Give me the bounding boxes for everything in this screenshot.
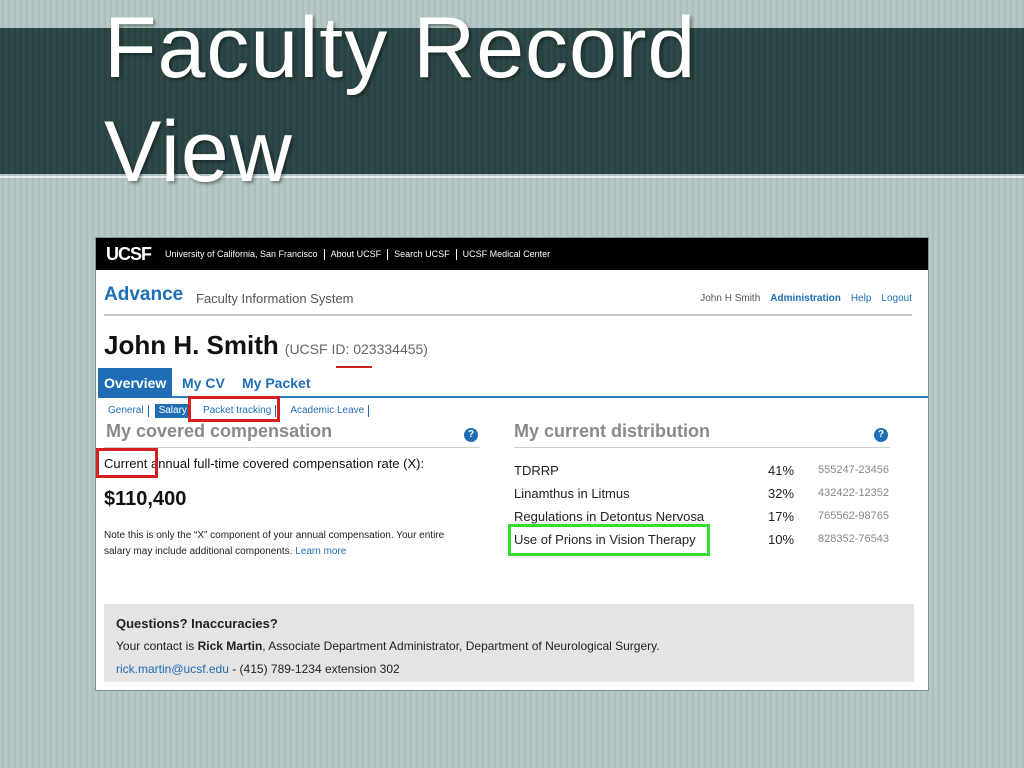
contact-box: Questions? Inaccuracies? Your contact is… xyxy=(104,604,914,682)
toplink-ucsf[interactable]: University of California, San Francisco xyxy=(159,248,325,260)
contact-email-link[interactable]: rick.martin@ucsf.edu xyxy=(116,662,229,676)
distribution-account: 828352-76543 xyxy=(818,533,889,545)
learn-more-link[interactable]: Learn more xyxy=(295,546,346,557)
ucsf-top-bar: UCSF University of California, San Franc… xyxy=(96,238,928,270)
toplink-medical-center[interactable]: UCSF Medical Center xyxy=(457,249,557,260)
person-name: John H. Smith xyxy=(104,330,279,360)
contact-phone: - (415) 789-1234 extension 302 xyxy=(228,662,400,676)
user-name: John H Smith xyxy=(700,293,761,304)
distribution-name: TDRRP xyxy=(514,463,559,478)
app-subtitle: Faculty Information System xyxy=(196,291,354,306)
contact-prefix: Your contact is xyxy=(116,639,198,653)
toplink-search[interactable]: Search UCSF xyxy=(388,248,457,260)
subtab-general[interactable]: General xyxy=(104,405,149,417)
contact-details: rick.martin@ucsf.edu - (415) 789-1234 ex… xyxy=(116,658,902,681)
distribution-percent: 41% xyxy=(768,463,795,478)
highlight-distribution-box xyxy=(508,524,710,556)
user-links: John H Smith Administration Help Logout xyxy=(700,293,912,304)
distribution-name: Regulations in Detontus Nervosa xyxy=(514,509,705,524)
person-id: (UCSF ID: 023334455) xyxy=(284,341,428,357)
app-name[interactable]: Advance xyxy=(104,284,183,306)
distribution-help-icon[interactable]: ? xyxy=(874,428,888,442)
app-header: Advance Faculty Information System John … xyxy=(104,284,912,316)
ucsf-logo[interactable]: UCSF xyxy=(106,244,152,265)
highlight-packet-tracking-box xyxy=(188,396,280,422)
distribution-percent: 10% xyxy=(768,532,795,547)
subtab-salary[interactable]: Salary xyxy=(154,404,191,418)
main-tabs: Overview My CV My Packet xyxy=(98,368,928,398)
distribution-name: Linamthus in Litmus xyxy=(514,486,630,501)
logout-link[interactable]: Logout xyxy=(881,293,912,304)
distribution-percent: 17% xyxy=(768,509,795,524)
contact-role: , Associate Department Administrator, De… xyxy=(262,639,660,653)
toplink-about[interactable]: About UCSF xyxy=(325,248,389,260)
compensation-note: Note this is only the “X” component of y… xyxy=(104,528,464,560)
help-link[interactable]: Help xyxy=(851,293,872,304)
contact-line: Your contact is Rick Martin, Associate D… xyxy=(116,635,902,658)
distribution-divider xyxy=(514,447,890,448)
compensation-title: My covered compensation xyxy=(106,421,333,441)
tab-my-cv[interactable]: My CV xyxy=(176,368,231,398)
compensation-divider xyxy=(104,447,480,448)
contact-name: Rick Martin xyxy=(197,639,263,653)
distribution-row: TDRRP 41% 555247-23456 xyxy=(514,463,890,485)
contact-heading: Questions? Inaccuracies? xyxy=(116,616,278,631)
slide-title: Faculty Record View xyxy=(104,0,697,200)
tab-my-packet[interactable]: My Packet xyxy=(236,368,316,398)
top-links: University of California, San Francisco … xyxy=(159,248,557,260)
distribution-title: My current distribution xyxy=(514,421,711,441)
distribution-row: Linamthus in Litmus 32% 432422-12352 xyxy=(514,486,890,508)
compensation-value: $110,400 xyxy=(104,488,187,510)
screenshot-frame: UCSF University of California, San Franc… xyxy=(96,238,928,690)
subtab-academic-leave[interactable]: Academic Leave xyxy=(286,405,370,417)
person-heading: John H. Smith (UCSF ID: 023334455) xyxy=(104,330,428,361)
compensation-help-icon[interactable]: ? xyxy=(464,428,478,442)
highlight-current-box xyxy=(96,448,158,478)
distribution-account: 765562-98765 xyxy=(818,510,889,522)
tab-overview[interactable]: Overview xyxy=(98,368,173,398)
distribution-percent: 32% xyxy=(768,486,795,501)
administration-link[interactable]: Administration xyxy=(770,293,841,304)
compensation-note-text: Note this is only the “X” component of y… xyxy=(104,530,445,557)
distribution-account: 555247-23456 xyxy=(818,464,889,476)
distribution-account: 432422-12352 xyxy=(818,487,889,499)
